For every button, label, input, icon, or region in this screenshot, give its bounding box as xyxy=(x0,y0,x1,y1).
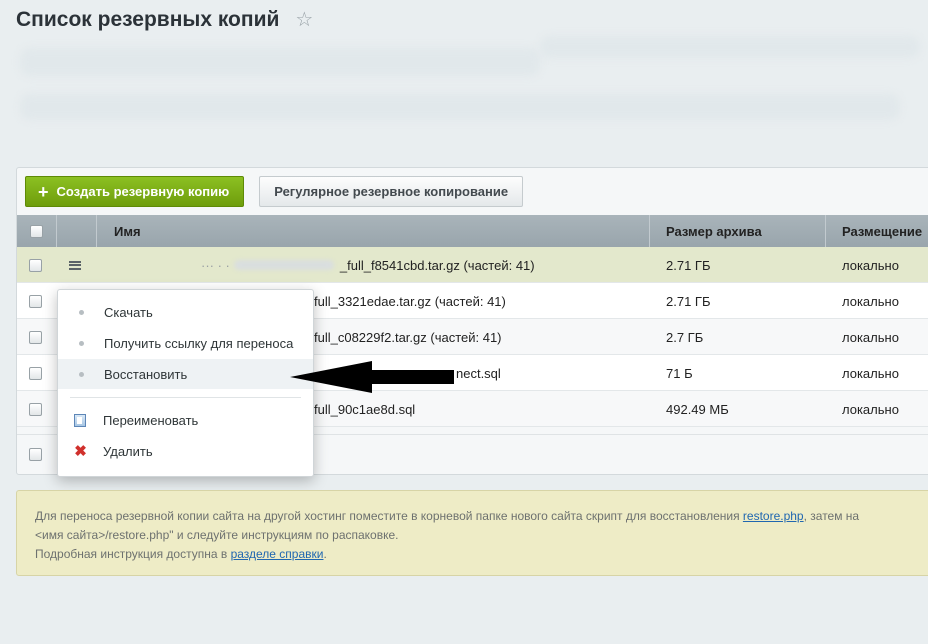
blurred-area xyxy=(20,48,540,76)
menu-separator xyxy=(70,397,301,398)
row-name: full_c08229f2.tar.gz (частей: 41) xyxy=(314,329,502,345)
rename-icon xyxy=(74,413,86,427)
row-name-text: _full_f8541cbd.tar.gz (частей: 41) xyxy=(339,257,535,273)
menu-item-get-link[interactable]: Получить ссылку для переноса xyxy=(58,328,313,358)
info-line-2: <имя сайта>/restore.php" и следуйте инст… xyxy=(35,528,399,542)
menu-item-label: Получить ссылку для переноса xyxy=(104,335,294,351)
bullet-icon xyxy=(79,309,84,315)
row-size: 2.71 ГБ xyxy=(666,293,711,309)
delete-icon: ✖ xyxy=(74,443,87,460)
menu-item-download[interactable]: Скачать xyxy=(58,297,313,327)
row-checkbox-cell xyxy=(29,247,42,283)
plus-icon: + xyxy=(38,181,49,202)
blurred-name xyxy=(233,260,334,270)
row-menu-cell xyxy=(69,247,81,283)
row-checkbox[interactable] xyxy=(29,294,42,308)
title-row: Список резервных копий ☆ xyxy=(16,8,313,32)
header-checkbox-cell xyxy=(17,215,57,247)
star-icon[interactable]: ☆ xyxy=(295,10,313,30)
toolbar: + Создать резервную копию Регулярное рез… xyxy=(25,176,524,207)
menu-item-restore[interactable]: Восстановить xyxy=(58,359,313,389)
row-checkbox-cell xyxy=(29,319,42,355)
create-backup-button[interactable]: + Создать резервную копию xyxy=(25,176,245,207)
row-location: локально xyxy=(842,365,899,381)
row-checkbox-cell xyxy=(29,355,42,391)
row-checkbox-cell xyxy=(29,391,42,427)
bullet-icon xyxy=(79,340,84,346)
row-name: nect.sql xyxy=(456,365,501,381)
restore-php-link[interactable]: restore.php xyxy=(743,509,804,523)
row-checkbox[interactable] xyxy=(29,258,42,272)
row-checkbox[interactable] xyxy=(29,330,42,344)
row-location: локально xyxy=(842,401,899,417)
menu-icon[interactable] xyxy=(69,260,81,270)
menu-item-label: Скачать xyxy=(104,304,153,320)
menu-item-rename[interactable]: Переименовать xyxy=(58,405,313,435)
table-row[interactable]: ··· · · _full_f8541cbd.tar.gz (частей: 4… xyxy=(17,247,928,283)
info-box: Для переноса резервной копии сайта на др… xyxy=(16,490,928,576)
blurred-area xyxy=(20,94,900,120)
info-text: . xyxy=(323,547,327,561)
bullet-icon xyxy=(79,371,84,377)
row-location: локально xyxy=(842,257,899,273)
info-text: Подробная инструкция доступна в xyxy=(35,547,231,561)
header-actions-cell xyxy=(57,215,97,247)
row-checkbox-cell xyxy=(29,283,42,319)
row-checkbox[interactable] xyxy=(29,402,42,416)
help-section-link[interactable]: разделе справки xyxy=(231,547,324,561)
blurred-area xyxy=(540,36,920,58)
header-name[interactable]: Имя xyxy=(97,215,650,247)
select-all-checkbox[interactable] xyxy=(30,224,43,238)
create-backup-label: Создать резервную копию xyxy=(56,184,230,199)
menu-item-label: Переименовать xyxy=(103,412,199,428)
row-location: локально xyxy=(842,329,899,345)
row-name-prefix: ··· · · xyxy=(201,257,230,273)
menu-item-label: Восстановить xyxy=(104,366,188,382)
menu-item-label: Удалить xyxy=(103,443,153,459)
row-size: 2.71 ГБ xyxy=(666,257,711,273)
scheduled-backup-button[interactable]: Регулярное резервное копирование xyxy=(259,176,524,207)
row-checkbox[interactable] xyxy=(29,366,42,380)
row-location: локально xyxy=(842,293,899,309)
annotation-arrow-icon xyxy=(290,361,454,393)
info-line-1: Для переноса резервной копии сайта на др… xyxy=(35,507,928,526)
footer-checkbox[interactable] xyxy=(29,448,42,461)
row-size: 71 Б xyxy=(666,365,693,381)
menu-item-delete[interactable]: ✖ Удалить xyxy=(58,436,313,466)
info-text: , затем на xyxy=(803,509,860,523)
row-context-menu: Скачать Получить ссылку для переноса Вос… xyxy=(57,289,314,477)
row-size: 492.49 МБ xyxy=(666,401,729,417)
info-text: Для переноса резервной копии сайта на др… xyxy=(35,509,743,523)
header-size[interactable]: Размер архива xyxy=(650,215,826,247)
row-size: 2.7 ГБ xyxy=(666,329,704,345)
row-name: full_90c1ae8d.sql xyxy=(314,401,416,417)
info-line-3: Подробная инструкция доступна в разделе … xyxy=(35,545,928,564)
page-title: Список резервных копий xyxy=(16,8,280,31)
table-header: Имя Размер архива Размещение xyxy=(17,215,928,247)
row-name: full_3321edae.tar.gz (частей: 41) xyxy=(314,293,506,309)
row-name: ··· · · _full_f8541cbd.tar.gz (частей: 4… xyxy=(201,247,535,283)
header-location[interactable]: Размещение xyxy=(826,215,928,247)
